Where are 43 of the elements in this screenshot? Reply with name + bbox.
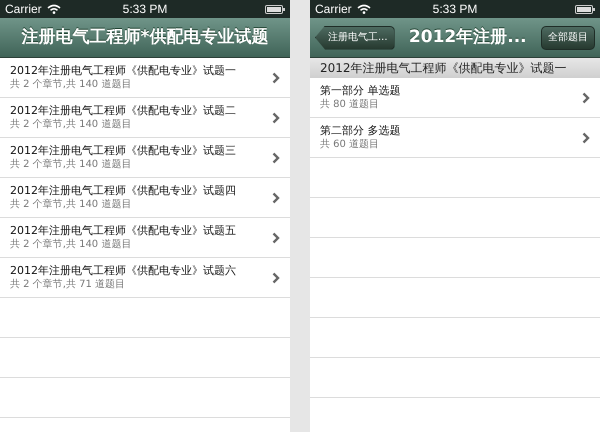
carrier-label: Carrier xyxy=(315,1,352,18)
list-row[interactable]: 2012年注册电气工程师《供配电专业》试题一 共 2 个章节,共 140 道题目 xyxy=(0,58,290,98)
row-title: 2012年注册电气工程师《供配电专业》试题五 xyxy=(10,224,237,238)
row-title: 2012年注册电气工程师《供配电专业》试题四 xyxy=(10,184,237,198)
row-title: 2012年注册电气工程师《供配电专业》试题六 xyxy=(10,264,237,278)
row-subtitle: 共 80 道题目 xyxy=(320,98,380,112)
chevron-icon xyxy=(272,112,280,124)
chevron-icon xyxy=(272,72,280,84)
list-row[interactable]: 2012年注册电气工程师《供配电专业》试题三 共 2 个章节,共 140 道题目 xyxy=(0,138,290,178)
chevron-icon xyxy=(272,272,280,284)
battery-icon xyxy=(265,4,285,14)
list-row[interactable]: 第一部分 单选题 共 80 道题目 xyxy=(310,78,600,118)
row-title: 第一部分 单选题 xyxy=(320,84,402,98)
row-title: 2012年注册电气工程师《供配电专业》试题一 xyxy=(10,64,237,78)
status-time: 5:33 PM xyxy=(122,2,168,16)
chevron-icon xyxy=(582,132,590,144)
row-title: 2012年注册电气工程师《供配电专业》试题三 xyxy=(10,144,237,158)
row-subtitle: 共 2 个章节,共 140 道题目 xyxy=(10,198,132,212)
nav-title: 注册电气工程师*供配电专业试题 xyxy=(22,26,268,49)
back-button[interactable]: 注册电气工... xyxy=(315,26,395,50)
row-subtitle: 共 60 道题目 xyxy=(320,138,380,152)
nav-title: 2012年注册... xyxy=(408,26,528,49)
row-subtitle: 共 2 个章节,共 71 道题目 xyxy=(10,278,126,292)
chevron-icon xyxy=(272,232,280,244)
row-subtitle: 共 2 个章节,共 140 道题目 xyxy=(10,78,132,92)
section-header: 2012年注册电气工程师《供配电专业》试题一 xyxy=(310,58,600,78)
battery-icon xyxy=(575,4,595,14)
all-questions-button[interactable]: 全部题目 xyxy=(541,26,595,50)
row-title: 2012年注册电气工程师《供配电专业》试题二 xyxy=(10,104,237,118)
chevron-icon xyxy=(272,192,280,204)
row-subtitle: 共 2 个章节,共 140 道题目 xyxy=(10,238,132,252)
row-title: 第二部分 多选题 xyxy=(320,124,402,138)
chevron-icon xyxy=(582,92,590,104)
list-row[interactable]: 2012年注册电气工程师《供配电专业》试题二 共 2 个章节,共 140 道题目 xyxy=(0,98,290,138)
list-row[interactable]: 2012年注册电气工程师《供配电专业》试题四 共 2 个章节,共 140 道题目 xyxy=(0,178,290,218)
wifi-icon xyxy=(356,4,371,14)
carrier-label: Carrier xyxy=(5,1,42,18)
wifi-icon xyxy=(46,4,61,14)
row-subtitle: 共 2 个章节,共 140 道题目 xyxy=(10,158,132,172)
chevron-icon xyxy=(272,152,280,164)
row-subtitle: 共 2 个章节,共 140 道题目 xyxy=(10,118,132,132)
status-time: 5:33 PM xyxy=(432,2,478,16)
list-row[interactable]: 2012年注册电气工程师《供配电专业》试题五 共 2 个章节,共 140 道题目 xyxy=(0,218,290,258)
